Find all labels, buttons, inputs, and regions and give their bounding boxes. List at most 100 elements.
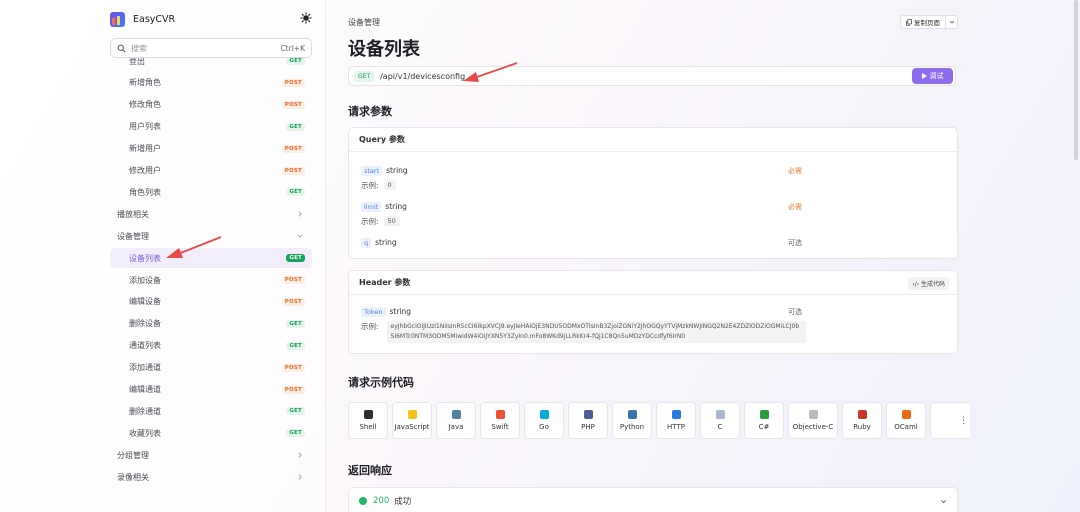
copy-page-dropdown[interactable] xyxy=(946,15,958,29)
method-badge: POST xyxy=(281,144,305,153)
language-name: Python xyxy=(619,423,645,431)
method-badge: GET xyxy=(286,319,305,328)
language-tab-http[interactable]: HTTP xyxy=(656,402,696,439)
sidebar-item-label: 登出 xyxy=(129,58,145,66)
sidebar-item-endpoint[interactable]: 修改角色 POST xyxy=(110,95,312,115)
sidebar-item-endpoint[interactable]: 编辑设备 POST xyxy=(110,292,312,312)
generate-code-label: 生成代码 xyxy=(920,281,945,288)
param-start: start string 示例: 0 xyxy=(361,166,408,191)
method-badge: GET xyxy=(286,429,305,438)
java-icon xyxy=(451,410,461,419)
sidebar-item-endpoint[interactable]: 添加通道 POST xyxy=(110,358,312,378)
language-name: JavaScript xyxy=(394,423,430,431)
more-icon: ⋮ xyxy=(959,415,968,426)
sidebar-item-endpoint[interactable]: 删除通道 GET xyxy=(110,401,312,421)
sidebar-item-group[interactable]: 录像相关 xyxy=(110,467,312,487)
sidebar-item-label: 用户列表 xyxy=(129,122,161,132)
sidebar-item-endpoint[interactable]: 角色列表 GET xyxy=(110,182,312,202)
language-name: Swift xyxy=(491,423,509,431)
method-badge: GET xyxy=(286,341,305,350)
method-badge: POST xyxy=(281,166,305,175)
response-heading: 返回响应 xyxy=(348,464,392,477)
endpoint-path[interactable]: /api/v1/devicesconfig xyxy=(380,72,912,81)
chevron-right-icon xyxy=(298,211,302,218)
language-tab-ocaml[interactable]: OCaml xyxy=(886,402,926,439)
sidebar-item-endpoint[interactable]: 收藏列表 GET xyxy=(110,423,312,443)
example-label: 示例: xyxy=(361,181,379,190)
language-name: Go xyxy=(539,423,549,431)
language-tab-php[interactable]: PHP xyxy=(568,402,608,439)
sidebar-item-label: 修改角色 xyxy=(129,100,161,110)
more-languages-button[interactable]: ⋮ xyxy=(930,402,970,439)
language-tab-ruby[interactable]: Ruby xyxy=(842,402,882,439)
search-box[interactable]: Ctrl+K xyxy=(110,38,312,58)
language-name: Shell xyxy=(359,423,377,431)
example-value: 0 xyxy=(383,180,396,190)
language-tab-c[interactable]: C xyxy=(700,402,740,439)
try-button[interactable]: 调试 xyxy=(912,68,953,84)
language-tab-python[interactable]: Python xyxy=(612,402,652,439)
language-tab-c[interactable]: C# xyxy=(744,402,784,439)
ruby-icon xyxy=(857,410,867,419)
param-q: q string xyxy=(361,238,397,248)
sidebar-item-group[interactable]: 设备管理 xyxy=(110,226,312,246)
response-code: 200 xyxy=(373,496,390,506)
sidebar-item-endpoint[interactable]: 新增角色 POST xyxy=(110,73,312,93)
sidebar-item-group[interactable]: 分组管理 xyxy=(110,445,312,465)
sidebar-item-endpoint[interactable]: 设备列表 GET xyxy=(110,248,312,269)
sidebar-item-endpoint[interactable]: 通道列表 GET xyxy=(110,336,312,356)
sidebar-item-endpoint[interactable]: 删除设备 GET xyxy=(110,314,312,334)
sidebar-item-label: 添加设备 xyxy=(129,275,161,285)
search-input[interactable] xyxy=(131,43,281,53)
sidebar-nav: 登出 GET 新增角色 POST 修改角色 POST 用户列表 GET 新增用户 POST 修改用户… xyxy=(110,58,315,498)
code-examples-heading: 请求示例代码 xyxy=(348,376,414,389)
language-tab-java[interactable]: Java xyxy=(436,402,476,439)
optional-flag: 可选 xyxy=(788,239,802,247)
sidebar-item-endpoint[interactable]: 编辑通道 POST xyxy=(110,380,312,400)
copy-page-button[interactable]: 复制页面 xyxy=(900,15,946,29)
sun-icon[interactable] xyxy=(300,12,312,24)
sidebar-item-endpoint[interactable]: 登出 GET xyxy=(110,58,312,71)
sidebar-item-endpoint[interactable]: 用户列表 GET xyxy=(110,117,312,137)
sidebar-item-label: 分组管理 xyxy=(117,450,149,460)
sidebar-item-group[interactable]: 播放相关 xyxy=(110,204,312,224)
success-status-dot xyxy=(359,497,367,505)
response-200-card[interactable]: 200 成功 xyxy=(348,487,958,512)
language-tab-javascript[interactable]: JavaScript xyxy=(392,402,432,439)
example-label: 示例: xyxy=(361,217,379,226)
example-value: 50 xyxy=(383,216,400,226)
sidebar-item-label: 编辑设备 xyxy=(129,297,161,307)
method-badge: GET xyxy=(286,122,305,131)
shell-icon xyxy=(363,410,373,419)
chevron-down-icon xyxy=(297,234,303,239)
sidebar-item-endpoint[interactable]: 修改用户 POST xyxy=(110,161,312,181)
language-tab-shell[interactable]: Shell xyxy=(348,402,388,439)
brand[interactable]: EasyCVR xyxy=(110,12,175,27)
language-tab-objective-c[interactable]: Objective-C xyxy=(788,402,838,439)
sidebar-item-label: 添加通道 xyxy=(129,363,161,373)
language-tab-swift[interactable]: Swift xyxy=(480,402,520,439)
search-shortcut: Ctrl+K xyxy=(280,43,305,53)
play-icon xyxy=(921,73,927,79)
query-params-title: Query 参数 xyxy=(349,128,957,152)
sidebar-item-label: 删除通道 xyxy=(129,406,161,416)
method-badge: GET xyxy=(286,188,305,197)
sidebar-item-label: 删除设备 xyxy=(129,319,161,329)
generate-code-button[interactable]: ‹/› 生成代码 xyxy=(908,277,949,290)
search-icon xyxy=(117,44,126,53)
chevron-down-icon xyxy=(949,20,954,24)
sidebar-item-label: 播放相关 xyxy=(117,209,149,219)
language-name: OCaml xyxy=(894,423,918,431)
copy-page-label: 复制页面 xyxy=(914,19,940,27)
sidebar-item-label: 录像相关 xyxy=(117,472,149,482)
http-icon xyxy=(671,410,681,419)
sidebar-item-label: 新增用户 xyxy=(129,144,161,154)
python-icon xyxy=(627,410,637,419)
chevron-right-icon xyxy=(298,474,302,480)
sidebar-item-endpoint[interactable]: 新增用户 POST xyxy=(110,139,312,159)
breadcrumb[interactable]: 设备管理 xyxy=(348,17,380,28)
language-tab-go[interactable]: Go xyxy=(524,402,564,439)
sidebar-item-endpoint[interactable]: 添加设备 POST xyxy=(110,270,312,290)
page-scrollbar[interactable] xyxy=(1074,0,1078,160)
javascript-icon xyxy=(407,410,417,419)
